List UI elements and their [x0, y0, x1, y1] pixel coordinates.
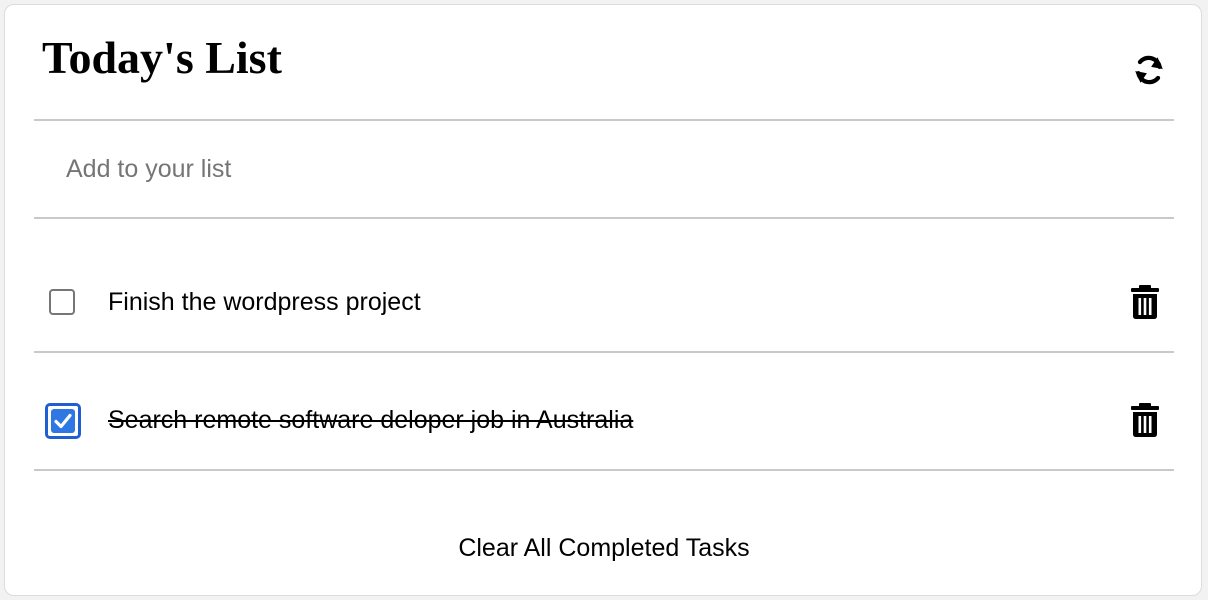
task-label: Search remote software deloper job in Au…	[108, 406, 634, 434]
add-task-row	[34, 121, 1174, 219]
page-title: Today's List	[42, 32, 282, 83]
task-checkbox[interactable]	[49, 289, 75, 315]
clear-completed-button[interactable]: Clear All Completed Tasks	[5, 531, 1203, 565]
task-checkbox-checked[interactable]	[45, 403, 81, 439]
refresh-icon[interactable]	[1132, 53, 1166, 87]
trash-icon[interactable]	[1130, 285, 1160, 319]
task-item: Finish the wordpress project	[34, 235, 1174, 353]
add-task-input[interactable]	[66, 147, 1146, 191]
task-item: Search remote software deloper job in Au…	[34, 353, 1174, 471]
checkmark-icon	[54, 413, 72, 429]
todo-card: Today's List Finish the wordpress projec…	[4, 4, 1202, 596]
trash-icon[interactable]	[1130, 403, 1160, 437]
task-label: Finish the wordpress project	[108, 288, 421, 316]
list-header: Today's List	[34, 5, 1174, 121]
